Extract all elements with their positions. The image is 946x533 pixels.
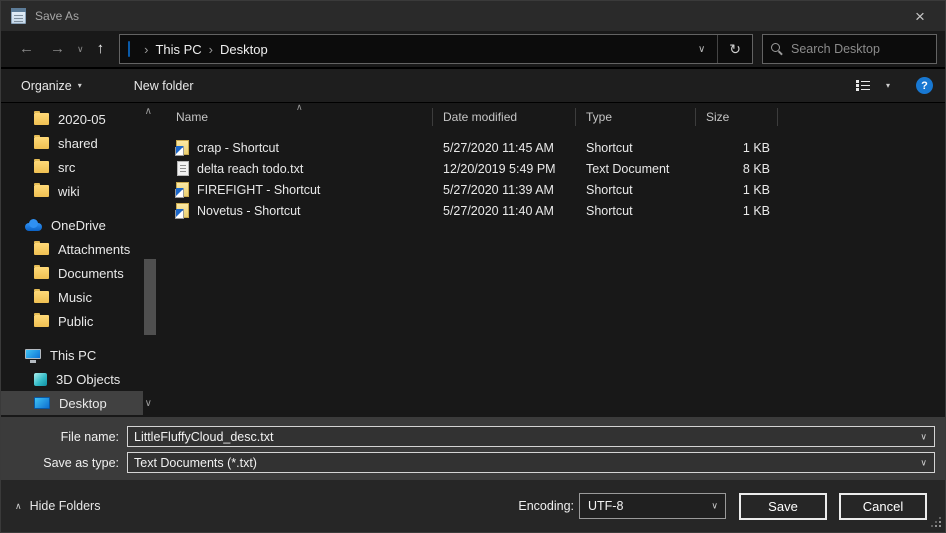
search-input[interactable] — [791, 42, 928, 56]
table-row[interactable]: delta reach todo.txt 12/20/2019 5:49 PM … — [166, 158, 945, 179]
chevron-down-icon: ∨ — [920, 457, 927, 468]
sidebar-item-onedrive[interactable]: OneDrive — [1, 213, 143, 237]
sidebar-scrollbar-thumb[interactable] — [144, 259, 156, 335]
breadcrumb-this-pc[interactable]: This PC — [155, 42, 201, 57]
sidebar-item-src[interactable]: src — [1, 155, 143, 179]
organize-button[interactable]: Organize ▾ — [21, 79, 82, 93]
shortcut-file-icon — [176, 140, 189, 155]
refresh-icon[interactable]: ↻ — [718, 41, 752, 58]
filename-panel: File name: ∨ Save as type: Text Document… — [1, 417, 945, 480]
navigation-bar: ← → ∨ ↑ › This PC › Desktop ∨ ↻ — [1, 31, 945, 69]
file-name-label: File name: — [1, 430, 119, 444]
column-header-size[interactable]: Size — [696, 108, 778, 126]
hide-folders-button[interactable]: ∧ Hide Folders — [15, 499, 100, 513]
sidebar-item-attachments[interactable]: Attachments — [1, 237, 143, 261]
save-button[interactable]: Save — [739, 493, 827, 520]
address-bar[interactable]: › This PC › Desktop ∨ ↻ — [119, 34, 753, 64]
views-caret-icon[interactable]: ▾ — [886, 81, 890, 90]
details-view-icon[interactable] — [856, 80, 870, 91]
sidebar-item-documents[interactable]: Documents — [1, 261, 143, 285]
save-as-type-select[interactable]: Text Documents (*.txt) ∨ — [127, 452, 935, 473]
back-icon[interactable]: ← — [11, 34, 42, 64]
search-icon — [771, 43, 783, 55]
breadcrumb-desktop[interactable]: Desktop — [220, 42, 268, 57]
computer-icon — [25, 349, 41, 359]
folder-icon — [34, 315, 49, 327]
forward-icon[interactable]: → — [42, 34, 73, 64]
sidebar-item-music[interactable]: Music — [1, 285, 143, 309]
column-header-row: ∧ Name Date modified Type Size — [166, 103, 945, 131]
encoding-select[interactable]: UTF-8 ∨ — [579, 493, 726, 519]
cancel-button[interactable]: Cancel — [839, 493, 927, 520]
tree-scroll-down-icon[interactable]: ∨ — [145, 398, 152, 409]
file-list: ∧ Name Date modified Type Size crap - Sh… — [166, 103, 945, 417]
breadcrumb-chevron-icon: › — [137, 42, 155, 57]
window-title: Save As — [35, 9, 79, 23]
chevron-up-icon: ∧ — [15, 501, 22, 512]
table-row[interactable]: FIREFIGHT - Shortcut 5/27/2020 11:39 AM … — [166, 179, 945, 200]
folder-icon — [34, 161, 49, 173]
dialog-footer: ∧ Hide Folders Encoding: UTF-8 ∨ Save Ca… — [1, 480, 945, 532]
resize-grip[interactable] — [939, 525, 941, 527]
file-rows: crap - Shortcut 5/27/2020 11:45 AM Short… — [166, 131, 945, 221]
sidebar-item-wiki[interactable]: wiki — [1, 179, 143, 203]
column-header-date-modified[interactable]: Date modified — [433, 108, 576, 126]
save-as-dialog: Save As × ← → ∨ ↑ › This PC › Desktop ∨ … — [0, 0, 946, 533]
column-header-type[interactable]: Type — [576, 108, 696, 126]
desktop-location-icon — [128, 41, 130, 57]
breadcrumb-chevron-icon: › — [202, 42, 220, 57]
up-icon[interactable]: ↑ — [88, 34, 114, 64]
organize-caret-icon: ▾ — [78, 81, 82, 90]
table-row[interactable]: crap - Shortcut 5/27/2020 11:45 AM Short… — [166, 137, 945, 158]
command-toolbar: Organize ▾ New folder ▾ ? — [1, 69, 945, 103]
folder-icon — [34, 185, 49, 197]
sidebar-item-this-pc[interactable]: This PC — [1, 343, 143, 367]
new-folder-button[interactable]: New folder — [134, 79, 194, 93]
main-area: ∧ 2020-05 shared src wiki OneDrive — [1, 103, 945, 417]
notepad-app-icon — [11, 8, 26, 24]
navigation-pane: ∧ 2020-05 shared src wiki OneDrive — [1, 103, 166, 417]
3d-cube-icon — [34, 373, 47, 386]
folder-icon — [34, 267, 49, 279]
desktop-monitor-icon — [34, 397, 50, 409]
text-document-icon — [177, 161, 189, 176]
history-chevron-icon[interactable]: ∨ — [73, 34, 88, 64]
folder-icon — [34, 243, 49, 255]
folder-icon — [34, 113, 49, 125]
sort-ascending-icon: ∧ — [296, 103, 303, 113]
sidebar-item-3d-objects[interactable]: 3D Objects — [1, 367, 143, 391]
table-row[interactable]: Novetus - Shortcut 5/27/2020 11:40 AM Sh… — [166, 200, 945, 221]
file-name-combobox: ∨ — [127, 426, 935, 447]
close-icon[interactable]: × — [905, 8, 935, 25]
shortcut-file-icon — [176, 182, 189, 197]
tree-scroll-up-icon[interactable]: ∧ — [145, 106, 152, 117]
folder-icon — [34, 137, 49, 149]
chevron-down-icon: ∨ — [711, 501, 718, 512]
shortcut-file-icon — [176, 203, 189, 218]
search-box[interactable] — [762, 34, 937, 64]
sidebar-item-partial[interactable] — [1, 415, 143, 417]
file-name-input[interactable] — [128, 430, 934, 444]
save-as-type-label: Save as type: — [1, 456, 119, 470]
help-icon[interactable]: ? — [916, 77, 933, 94]
sidebar-item-public[interactable]: Public — [1, 309, 143, 333]
sidebar-item-2020-05[interactable]: 2020-05 — [1, 107, 143, 131]
encoding-label: Encoding: — [518, 499, 574, 513]
sidebar-item-shared[interactable]: shared — [1, 131, 143, 155]
chevron-down-icon[interactable]: ∨ — [920, 431, 927, 442]
folder-icon — [34, 291, 49, 303]
title-bar: Save As × — [1, 1, 945, 31]
address-dropdown-icon[interactable]: ∨ — [686, 44, 717, 55]
onedrive-cloud-icon — [25, 223, 42, 231]
sidebar-item-desktop[interactable]: Desktop — [1, 391, 143, 415]
